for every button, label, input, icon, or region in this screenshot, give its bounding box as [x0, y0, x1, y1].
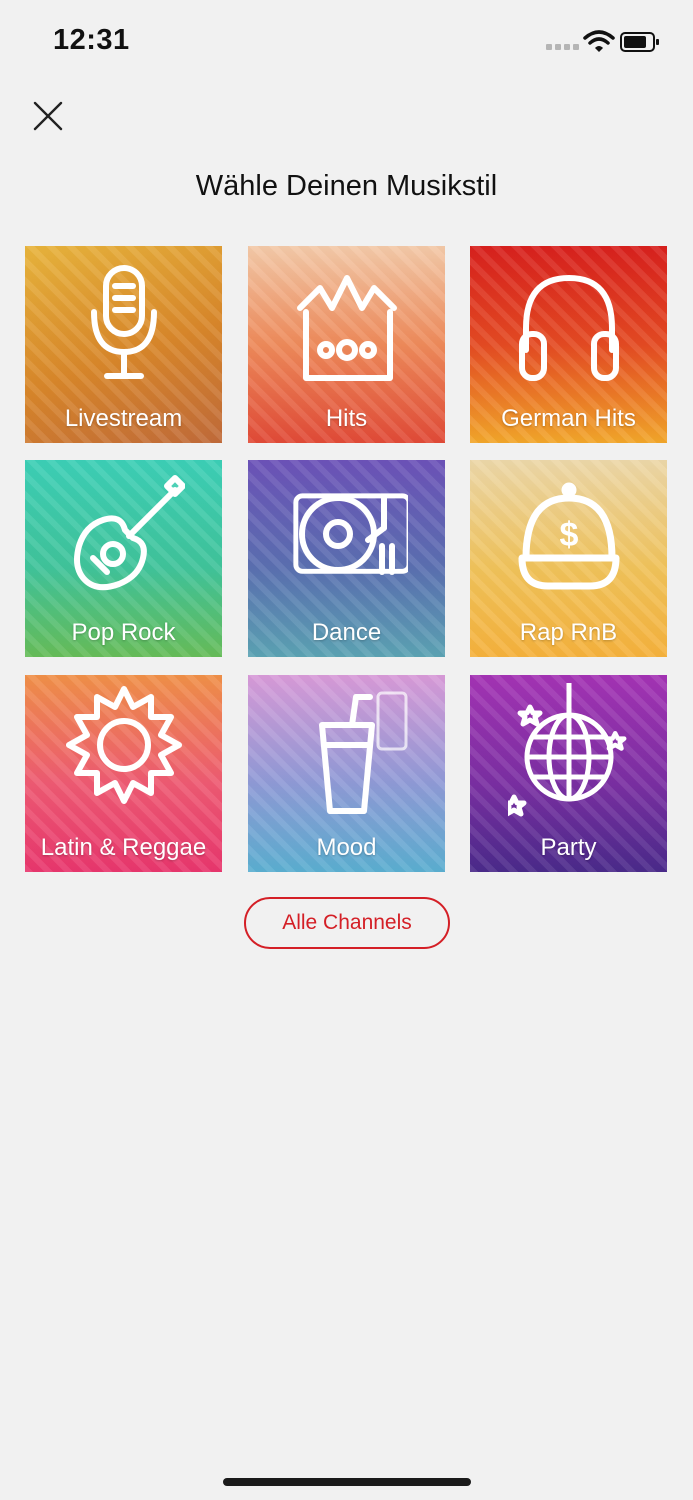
tile-label: German Hits: [501, 405, 636, 432]
genre-tile-dance[interactable]: Dance: [248, 460, 445, 657]
battery-icon: [620, 32, 659, 52]
genre-tile-latin-reggae[interactable]: Latin & Reggae: [25, 675, 222, 872]
close-icon: [33, 101, 63, 131]
tile-label: Latin & Reggae: [40, 834, 207, 861]
genre-tile-party[interactable]: Party: [470, 675, 667, 872]
tile-label: Dance: [311, 619, 382, 646]
genre-grid: Livestream Hits German Hits Pop Rock Dan…: [25, 246, 668, 872]
genre-tile-livestream[interactable]: Livestream: [25, 246, 222, 443]
svg-text:$: $: [560, 516, 579, 554]
genre-tile-german-hits[interactable]: German Hits: [470, 246, 667, 443]
drink-icon: [319, 691, 408, 814]
guitar-icon: [74, 475, 185, 591]
tile-label: Mood: [316, 834, 377, 861]
close-button[interactable]: [30, 98, 66, 134]
status-bar: 12:31: [0, 0, 693, 84]
headphones-icon: [519, 274, 619, 381]
genre-tile-hits[interactable]: Hits: [248, 246, 445, 443]
tile-label: Livestream: [64, 405, 183, 432]
all-channels-button[interactable]: Alle Channels: [244, 897, 450, 949]
page-title: Wähle Deinen Musikstil: [195, 170, 498, 202]
wifi-icon: [583, 30, 615, 52]
status-time: 12:31: [53, 24, 130, 56]
turntable-icon: [293, 493, 408, 575]
microphone-icon: [91, 265, 157, 379]
genre-tile-mood[interactable]: Mood: [248, 675, 445, 872]
crown-icon: [297, 275, 397, 381]
disco-ball-icon: [508, 683, 627, 817]
cellular-signal-icon: [546, 44, 579, 50]
tile-label: Pop Rock: [71, 619, 176, 646]
sun-icon: [66, 686, 182, 804]
genre-tile-rap-rnb[interactable]: $ Rap RnB: [470, 460, 667, 657]
tile-label: Rap RnB: [519, 619, 618, 646]
genre-tile-pop-rock[interactable]: Pop Rock: [25, 460, 222, 657]
tile-label: Hits: [325, 405, 368, 432]
home-indicator[interactable]: [223, 1478, 471, 1486]
cap-icon: $: [518, 482, 620, 590]
tile-label: Party: [540, 834, 597, 861]
